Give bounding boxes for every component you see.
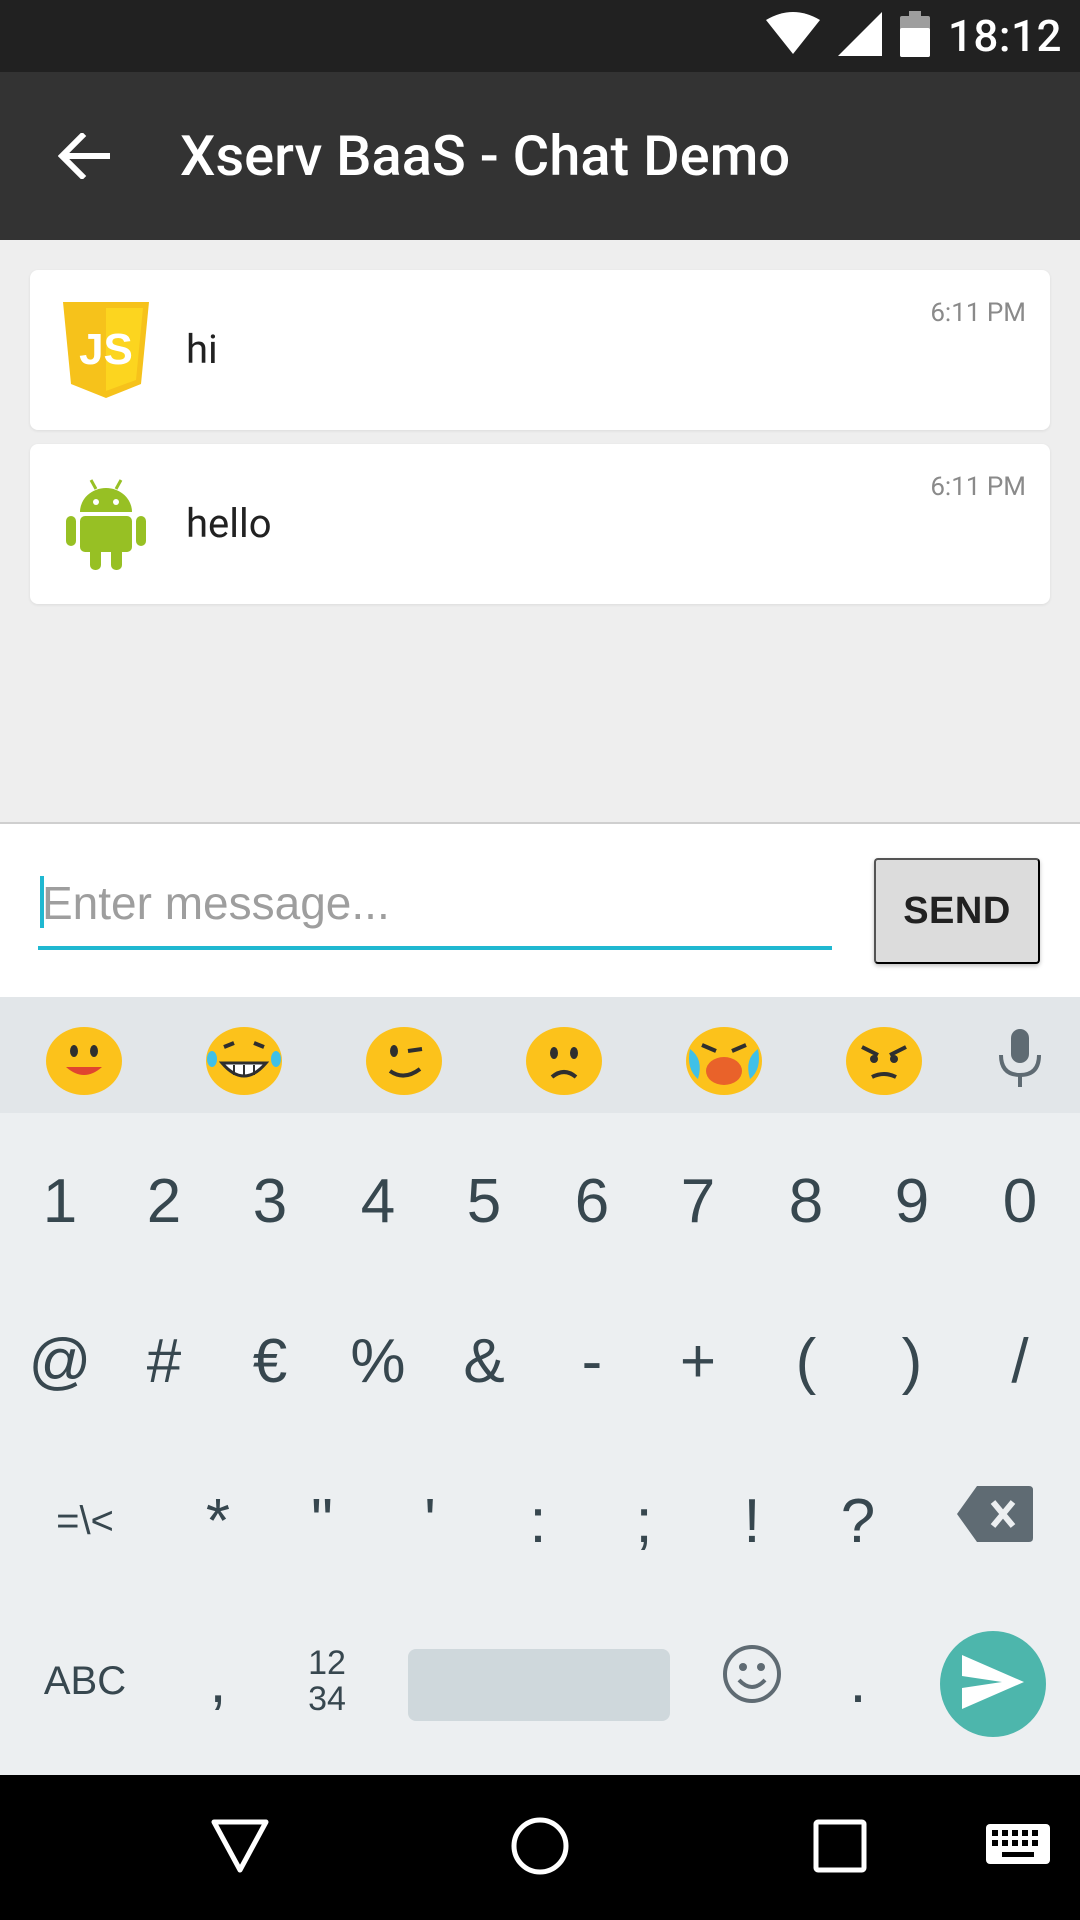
message-text: hello: [186, 500, 272, 547]
system-nav-bar: [0, 1775, 1080, 1920]
key-single-quote[interactable]: ': [390, 1441, 470, 1601]
key-0[interactable]: 0: [980, 1121, 1060, 1281]
angry-emoji-icon[interactable]: [844, 1019, 924, 1099]
keyboard-icon: [986, 1823, 1050, 1872]
abc-key[interactable]: ABC: [30, 1601, 140, 1761]
laughing-tears-emoji-icon[interactable]: [204, 1019, 284, 1099]
key-colon[interactable]: :: [498, 1441, 578, 1601]
message-input[interactable]: [38, 860, 832, 946]
key-6[interactable]: 6: [552, 1121, 632, 1281]
key-close-paren[interactable]: ): [872, 1281, 952, 1441]
keyboard-row-bottom: ABC , 12 34 .: [0, 1601, 1080, 1761]
key-question[interactable]: ?: [818, 1441, 898, 1601]
page-title: Xserv BaaS - Chat Demo: [180, 123, 791, 189]
keyboard-row-symbols: @ # € % & - + ( ) /: [0, 1281, 1080, 1441]
message-text: hi: [186, 326, 218, 373]
numpad-label-top: 12: [308, 1644, 346, 1682]
send-enter-key[interactable]: [940, 1631, 1046, 1737]
battery-icon: [899, 11, 930, 61]
message-list: JS hi 6:11 PM hello 6:11 PM: [0, 240, 1080, 822]
keyboard-row-numbers: 1 2 3 4 5 6 7 8 9 0: [0, 1121, 1080, 1281]
microphone-icon[interactable]: [980, 1019, 1060, 1099]
home-circle-icon: [510, 1816, 570, 1880]
crying-emoji-icon[interactable]: [684, 1019, 764, 1099]
backspace-icon: [957, 1485, 1033, 1557]
status-time: 18:12: [947, 10, 1062, 62]
svg-text:JS: JS: [79, 325, 133, 374]
emoji-key[interactable]: [712, 1601, 792, 1761]
backspace-key[interactable]: [950, 1441, 1040, 1601]
arrow-back-icon: [57, 131, 111, 183]
key-asterisk[interactable]: *: [178, 1441, 258, 1601]
key-hash[interactable]: #: [124, 1281, 204, 1441]
smile-emoji-icon[interactable]: [44, 1019, 124, 1099]
numpad-label-bottom: 34: [308, 1680, 346, 1718]
key-7[interactable]: 7: [658, 1121, 738, 1281]
text-cursor: [40, 876, 44, 928]
key-semicolon[interactable]: ;: [604, 1441, 684, 1601]
wifi-icon: [765, 12, 820, 60]
key-comma[interactable]: ,: [178, 1601, 258, 1761]
key-5[interactable]: 5: [444, 1121, 524, 1281]
send-arrow-icon: [962, 1655, 1024, 1713]
keyboard-switch-button[interactable]: [958, 1775, 1078, 1920]
soft-keyboard: 1 2 3 4 5 6 7 8 9 0 @ # € % & - + ( ) / …: [0, 997, 1080, 1775]
more-symbols-key[interactable]: =\<: [30, 1441, 140, 1601]
key-minus[interactable]: -: [552, 1281, 632, 1441]
message-item[interactable]: JS hi 6:11 PM: [30, 270, 1050, 430]
key-open-paren[interactable]: (: [766, 1281, 846, 1441]
back-button[interactable]: [48, 122, 120, 194]
key-at[interactable]: @: [20, 1281, 100, 1441]
key-1[interactable]: 1: [20, 1121, 100, 1281]
app-bar: Xserv BaaS - Chat Demo: [0, 72, 1080, 240]
key-period[interactable]: .: [818, 1601, 898, 1761]
recents-square-icon: [813, 1819, 867, 1877]
key-plus[interactable]: +: [658, 1281, 738, 1441]
emoji-suggestion-row: [0, 997, 1080, 1113]
numpad-key[interactable]: 12 34: [282, 1601, 372, 1761]
key-9[interactable]: 9: [872, 1121, 952, 1281]
key-2[interactable]: 2: [124, 1121, 204, 1281]
key-euro[interactable]: €: [230, 1281, 310, 1441]
home-nav-button[interactable]: [480, 1775, 600, 1920]
wink-emoji-icon[interactable]: [364, 1019, 444, 1099]
sad-emoji-icon[interactable]: [524, 1019, 604, 1099]
key-percent[interactable]: %: [338, 1281, 418, 1441]
smiley-icon: [722, 1644, 782, 1719]
cell-signal-icon: [837, 12, 882, 60]
composer-bar: SEND: [0, 822, 1080, 997]
key-3[interactable]: 3: [230, 1121, 310, 1281]
key-double-quote[interactable]: ": [282, 1441, 362, 1601]
message-input-wrapper: [38, 860, 832, 950]
keyboard-row-more-symbols: =\< * " ' : ; ! ?: [0, 1441, 1080, 1601]
status-bar: 18:12: [0, 0, 1080, 72]
back-triangle-icon: [210, 1818, 270, 1878]
space-key[interactable]: [408, 1649, 670, 1721]
key-4[interactable]: 4: [338, 1121, 418, 1281]
key-8[interactable]: 8: [766, 1121, 846, 1281]
javascript-logo-icon: JS: [56, 300, 156, 400]
send-button[interactable]: SEND: [874, 858, 1040, 964]
message-time: 6:11 PM: [930, 298, 1026, 328]
key-ampersand[interactable]: &: [444, 1281, 524, 1441]
key-exclamation[interactable]: !: [712, 1441, 792, 1601]
message-time: 6:11 PM: [930, 472, 1026, 502]
recents-nav-button[interactable]: [780, 1775, 900, 1920]
back-nav-button[interactable]: [180, 1775, 300, 1920]
android-robot-icon: [56, 474, 156, 574]
message-item[interactable]: hello 6:11 PM: [30, 444, 1050, 604]
key-slash[interactable]: /: [980, 1281, 1060, 1441]
